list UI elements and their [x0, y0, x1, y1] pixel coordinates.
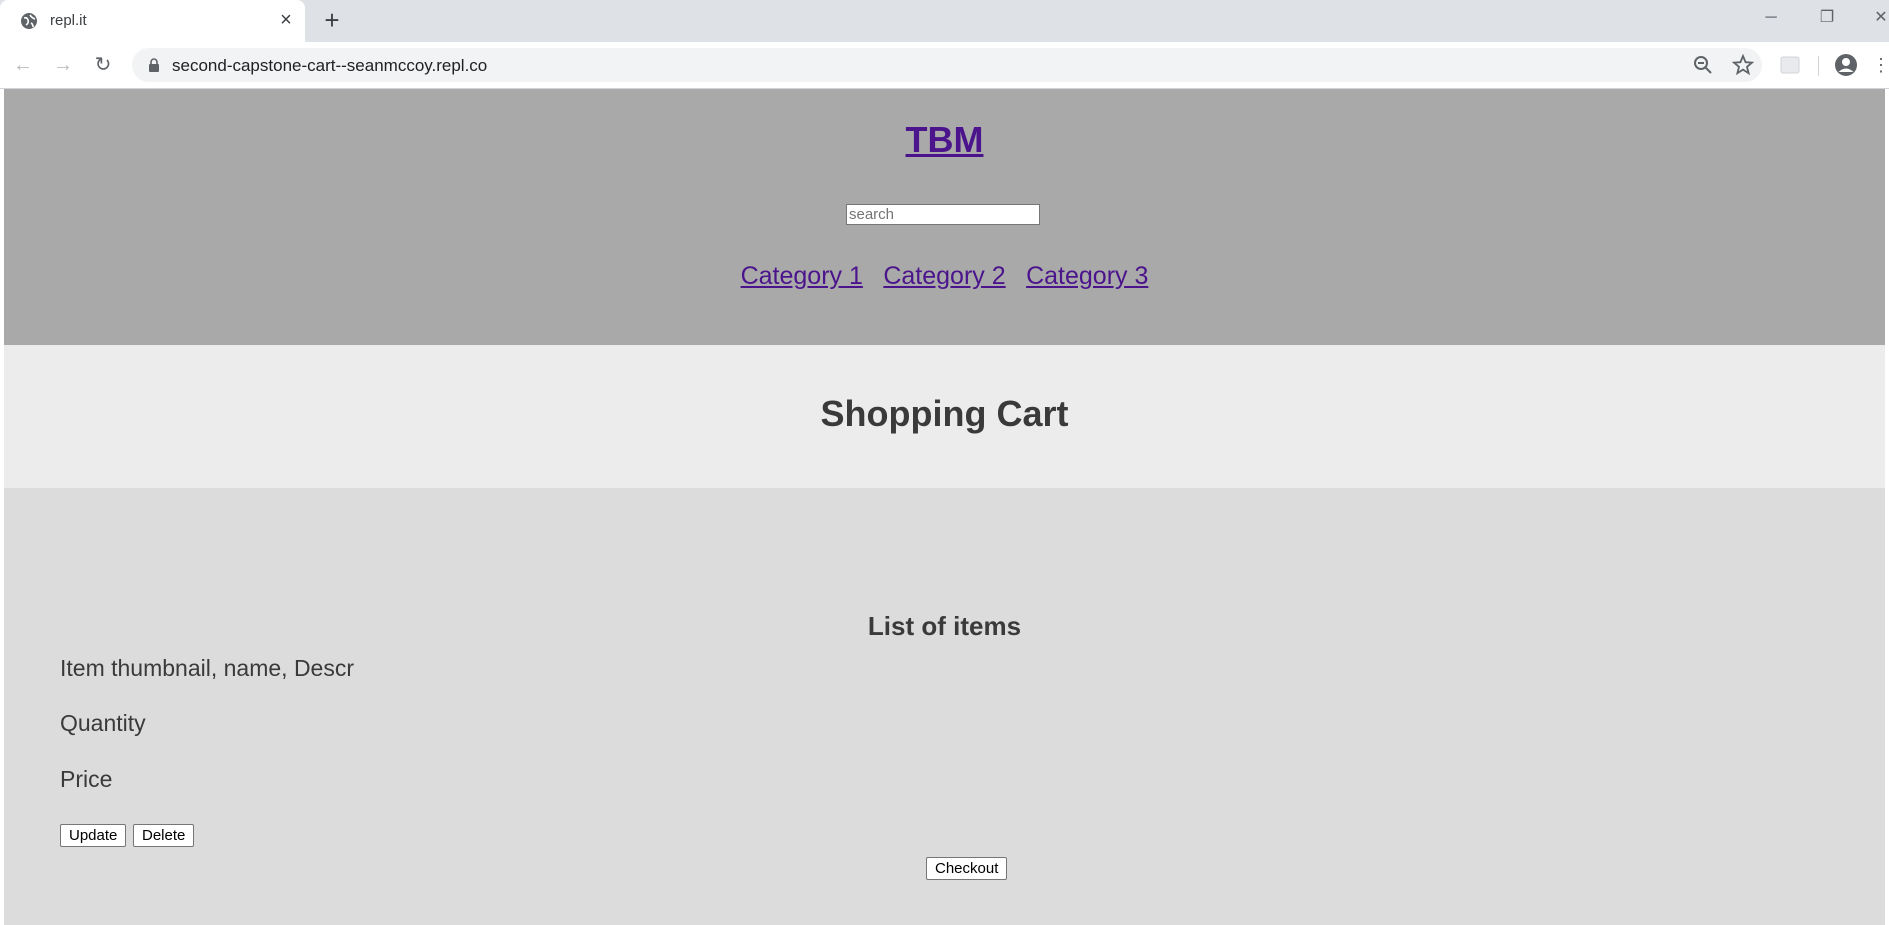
close-tab-icon[interactable]: × [276, 10, 296, 30]
browser-tab[interactable]: repl.it × [0, 0, 305, 42]
delete-button[interactable]: Delete [133, 824, 195, 847]
page-title: Shopping Cart [820, 393, 1069, 434]
category-link-1[interactable]: Category 1 [741, 262, 863, 291]
menu-kebab-icon[interactable]: ⋮ [1872, 52, 1889, 78]
item-quantity: Quantity [60, 710, 146, 736]
toolbar-divider [1818, 56, 1819, 76]
minimize-icon[interactable]: ─ [1756, 6, 1786, 30]
category-link-3[interactable]: Category 3 [1026, 262, 1148, 291]
page-viewport: TBM Category 1 Category 2 Category 3 Sho… [4, 89, 1885, 925]
new-tab-icon[interactable]: + [320, 7, 344, 33]
search-input[interactable] [846, 204, 1040, 225]
address-bar[interactable]: second-capstone-cart--seanmccoy.repl.co [132, 48, 1762, 82]
window-close-icon[interactable]: ✕ [1866, 6, 1889, 30]
item-info: Item thumbnail, name, Descr [60, 655, 355, 681]
title-section: Shopping Cart [4, 345, 1885, 488]
update-button[interactable]: Update [60, 824, 127, 847]
list-heading: List of items [867, 611, 1022, 641]
reload-icon[interactable]: ↻ [90, 52, 116, 78]
profile-avatar-icon[interactable] [1834, 53, 1858, 77]
brand-link[interactable]: TBM [4, 119, 1885, 161]
globe-icon [21, 13, 37, 29]
category-nav: Category 1 Category 2 Category 3 [4, 262, 1885, 291]
url-text: second-capstone-cart--seanmccoy.repl.co [172, 56, 488, 75]
bookmark-star-icon[interactable] [1732, 54, 1754, 76]
checkout-button[interactable]: Checkout [926, 857, 1008, 880]
site-header: TBM Category 1 Category 2 Category 3 [4, 89, 1885, 345]
item-price: Price [60, 766, 113, 792]
extension-icon[interactable] [1778, 53, 1802, 77]
tab-title: repl.it [50, 12, 87, 29]
cart-section: List of items Item thumbnail, name, Desc… [4, 488, 1885, 925]
forward-icon[interactable]: → [50, 52, 76, 78]
back-icon[interactable]: ← [10, 52, 36, 78]
category-link-2[interactable]: Category 2 [883, 262, 1005, 291]
restore-icon[interactable]: ❐ [1812, 6, 1842, 30]
browser-tabstrip: repl.it × + ─ ❐ ✕ [0, 0, 1889, 42]
zoom-icon[interactable] [1692, 54, 1714, 76]
browser-toolbar: ← → ↻ second-capstone-cart--seanmccoy.re… [0, 42, 1889, 89]
lock-icon [149, 58, 159, 72]
